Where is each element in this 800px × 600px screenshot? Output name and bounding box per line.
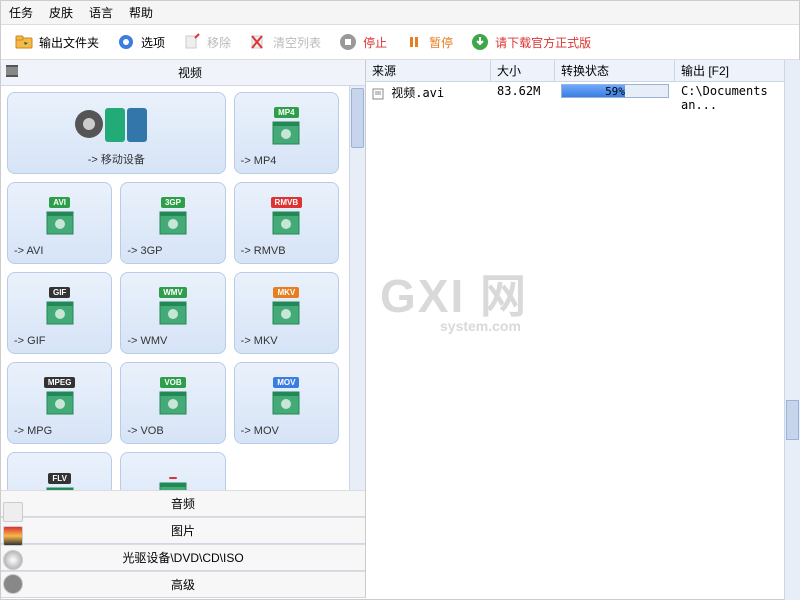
category-disc[interactable]: 光驱设备\DVD\CD\ISO	[1, 544, 365, 571]
format-tile-FLV[interactable]: FLV	[7, 452, 112, 490]
category-video[interactable]: 视频	[1, 60, 365, 86]
format-label: -> WMV	[127, 333, 218, 347]
format-icon: VOB	[127, 369, 218, 423]
menu-skin[interactable]: 皮肤	[49, 4, 73, 21]
output-folder-button[interactable]: 输出文件夹	[7, 29, 105, 55]
scrollbar[interactable]	[349, 86, 365, 490]
clear-list-button: 清空列表	[241, 29, 327, 55]
right-scrollbar-thumb[interactable]	[786, 400, 799, 440]
format-tile-AVI[interactable]: AVI-> AVI	[7, 182, 112, 264]
format-icon: GIF	[14, 279, 105, 333]
options-icon	[115, 31, 137, 53]
category-audio[interactable]: 音频	[1, 490, 365, 517]
format-grid-scroll[interactable]: -> 移动设备MP4-> MP4AVI-> AVI3GP-> 3GPRMVB->…	[1, 86, 365, 490]
sidebar-disc-icon[interactable]	[3, 550, 23, 570]
format-icon: WMV	[127, 279, 218, 333]
format-icon: MP4	[241, 99, 332, 153]
format-tile-VOB[interactable]: VOB-> VOB	[120, 362, 225, 444]
pause-icon	[403, 31, 425, 53]
format-icon: RMVB	[241, 189, 332, 243]
format-label: -> RMVB	[241, 243, 332, 257]
format-icon: MOV	[241, 369, 332, 423]
format-tile-MPEG[interactable]: MPEG-> MPG	[7, 362, 112, 444]
format-label: -> GIF	[14, 333, 105, 347]
menubar: 任务 皮肤 语言 帮助	[1, 1, 799, 25]
format-panel: 视频 -> 移动设备MP4-> MP4AVI-> AVI3GP-> 3GPRMV…	[1, 60, 366, 598]
stop-icon	[337, 31, 359, 53]
format-tile-MOV[interactable]: MOV-> MOV	[234, 362, 339, 444]
format-label: -> MP4	[241, 153, 332, 167]
format-label: -> 移动设备	[88, 149, 145, 167]
cell-status: 59%	[555, 83, 675, 113]
format-label: -> MKV	[241, 333, 332, 347]
format-icon: AVI	[14, 189, 105, 243]
video-clip-icon	[5, 64, 19, 78]
clear-icon	[247, 31, 269, 53]
format-icon: MKV	[241, 279, 332, 333]
format-tile-0[interactable]: -> 移动设备	[7, 92, 226, 174]
folder-icon	[13, 31, 35, 53]
table-row[interactable]: 视频.avi 83.62M 59% C:\Documents an...	[366, 82, 799, 114]
format-tile-3GP[interactable]: 3GP-> 3GP	[120, 182, 225, 264]
format-label: -> 3GP	[127, 243, 218, 257]
stop-button[interactable]: 停止	[331, 29, 393, 55]
format-tile-WMV[interactable]: WMV-> WMV	[120, 272, 225, 354]
col-source[interactable]: 来源	[366, 60, 491, 81]
category-image[interactable]: 图片	[1, 517, 365, 544]
cell-output: C:\Documents an...	[675, 83, 799, 113]
cell-size: 83.62M	[491, 83, 555, 113]
sidebar-gear-icon[interactable]	[3, 574, 23, 594]
col-size[interactable]: 大小	[491, 60, 555, 81]
format-tile-MKV[interactable]: MKV-> MKV	[234, 272, 339, 354]
download-icon	[469, 31, 491, 53]
format-label: -> VOB	[127, 423, 218, 437]
format-icon: 3GP	[127, 189, 218, 243]
format-tile-GIF[interactable]: GIF-> GIF	[7, 272, 112, 354]
format-label: -> MPG	[14, 423, 105, 437]
format-icon	[127, 459, 218, 490]
task-panel: 来源 大小 转换状态 输出 [F2] 视频.avi 83.62M 59% C:\…	[366, 60, 799, 598]
pause-button[interactable]: 暂停	[397, 29, 459, 55]
format-label: -> MOV	[241, 423, 332, 437]
format-label: -> AVI	[14, 243, 105, 257]
format-icon	[71, 99, 161, 149]
toolbar: 输出文件夹 选项 移除 清空列表 停止 暂停 请下载官方正式版	[1, 25, 799, 60]
col-output[interactable]: 输出 [F2]	[675, 60, 799, 81]
file-icon	[372, 88, 384, 100]
right-scrollbar[interactable]	[784, 60, 800, 600]
remove-icon	[181, 31, 203, 53]
options-button[interactable]: 选项	[109, 29, 171, 55]
format-tile-RMVB[interactable]: RMVB-> RMVB	[234, 182, 339, 264]
format-icon: MPEG	[14, 369, 105, 423]
format-tile-MP4[interactable]: MP4-> MP4	[234, 92, 339, 174]
menu-tasks[interactable]: 任务	[9, 4, 33, 21]
sidebar-flag-icon[interactable]	[3, 526, 23, 546]
left-mini-sidebar	[1, 498, 25, 598]
scrollbar-thumb[interactable]	[351, 88, 364, 148]
format-tile-12[interactable]	[120, 452, 225, 490]
progress-bar: 59%	[561, 84, 669, 98]
menu-help[interactable]: 帮助	[129, 4, 153, 21]
task-table-header: 来源 大小 转换状态 输出 [F2]	[366, 60, 799, 82]
remove-button: 移除	[175, 29, 237, 55]
format-icon: FLV	[14, 459, 105, 490]
category-advanced[interactable]: 高级	[1, 571, 365, 598]
progress-text: 59%	[562, 85, 668, 97]
sidebar-music-icon[interactable]	[3, 502, 23, 522]
cell-source: 视频.avi	[366, 83, 491, 113]
col-status[interactable]: 转换状态	[555, 60, 675, 81]
menu-language[interactable]: 语言	[89, 4, 113, 21]
download-official-button[interactable]: 请下载官方正式版	[463, 29, 597, 55]
